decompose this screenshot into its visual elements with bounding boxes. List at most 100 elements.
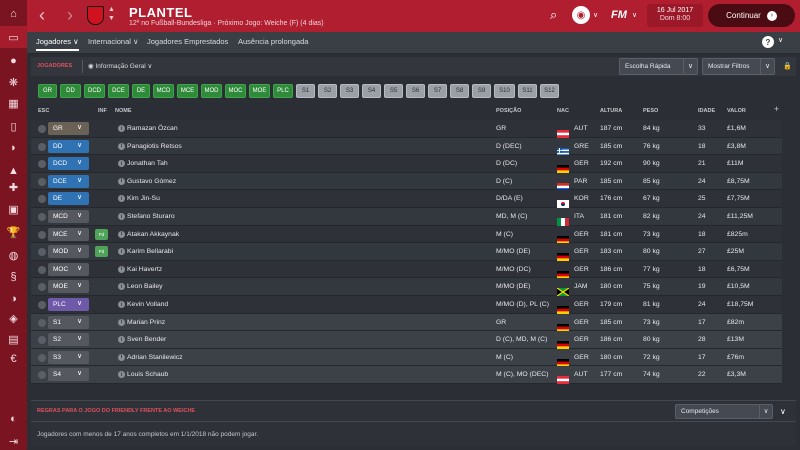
position-chip[interactable]: MOC [225, 84, 246, 98]
info-icon[interactable]: i [118, 230, 125, 238]
selection-position-dropdown[interactable]: MOE [48, 280, 89, 294]
position-chip[interactable]: MCE [177, 84, 198, 98]
select-radio[interactable] [38, 336, 46, 345]
select-radio[interactable] [38, 248, 46, 257]
table-row[interactable]: S3 ∨ i Adrian Stanilewicz M (C) GER 180 … [31, 348, 782, 367]
info-icon[interactable]: i [118, 353, 125, 361]
club-badge-icon[interactable] [87, 6, 104, 25]
tab-ausencia-prolongada[interactable]: Ausência prolongada [238, 37, 308, 46]
selection-position-dropdown[interactable]: PLC [48, 298, 89, 311]
table-row[interactable]: GR ∨ i Ramazan Özcan GR AUT 187 cm 84 kg… [31, 120, 782, 138]
selection-position-dropdown[interactable]: S1 [48, 315, 89, 329]
table-row[interactable]: MOD ∨ Pd i Karim Bellarabi M/MO (DE) GER… [31, 243, 782, 262]
search-icon[interactable]: ⌕ [550, 7, 557, 23]
selection-position-dropdown[interactable]: DCD [48, 157, 89, 171]
info-icon[interactable]: i [118, 336, 125, 344]
inbox-icon[interactable]: ▭ [0, 26, 27, 48]
player-name[interactable]: Atakan Akkaynak [127, 231, 179, 238]
selection-position-dropdown[interactable]: MOC [48, 262, 89, 276]
position-chip[interactable]: S9 [472, 84, 491, 98]
chevron-down-icon[interactable]: ∨ [780, 407, 786, 416]
data-hub-icon[interactable]: ◗ [0, 137, 27, 159]
col-idade[interactable]: IDADE [698, 108, 715, 114]
selection-position-dropdown[interactable]: DE [48, 192, 89, 206]
training-icon[interactable]: ✚ [0, 176, 27, 198]
player-name[interactable]: Marian Prinz [127, 319, 165, 326]
position-chip[interactable]: S4 [362, 84, 381, 98]
info-icon[interactable]: i [118, 160, 125, 168]
transfers-icon[interactable]: ▣ [0, 198, 27, 220]
tab-jogadores[interactable]: Jogadores ∨ [36, 37, 79, 51]
forward-arrow-icon[interactable]: › [67, 6, 73, 24]
lock-icon[interactable]: 🔒 [783, 62, 792, 70]
help-icon[interactable]: ◐ [0, 408, 27, 430]
position-chip[interactable]: PLC [273, 84, 293, 98]
position-chip[interactable]: DD [60, 84, 81, 98]
fm-logo[interactable]: FM [611, 9, 627, 21]
shield-icon[interactable]: ◈ [0, 307, 27, 329]
tab-internacional[interactable]: Internacional ∨ [88, 37, 139, 46]
info-icon[interactable]: i [118, 265, 125, 273]
table-row[interactable]: MCD ∨ i Stefano Sturaro MD, M (C) ITA 18… [31, 208, 782, 226]
euro-icon[interactable]: € [0, 348, 27, 370]
table-row[interactable]: MOC ∨ i Kai Havertz M/MO (DC) GER 186 cm… [31, 260, 782, 279]
info-icon[interactable]: i [118, 371, 125, 379]
position-chip[interactable]: S1 [296, 84, 315, 98]
exit-icon[interactable]: ⇥ [0, 430, 27, 450]
chevron-down-icon[interactable]: ∨ [593, 11, 598, 19]
continue-button[interactable]: Continuar › [708, 4, 795, 27]
position-chip[interactable]: S2 [318, 84, 337, 98]
select-radio[interactable] [38, 371, 46, 380]
help-icon[interactable]: ? [762, 36, 774, 48]
competitions-icon[interactable]: ◍ [0, 244, 27, 266]
selection-position-dropdown[interactable]: GR [48, 122, 89, 135]
info-icon[interactable]: i [118, 301, 125, 308]
col-altura[interactable]: ALTURA [600, 108, 622, 114]
player-name[interactable]: Kai Havertz [127, 266, 162, 273]
col-inf[interactable]: INF [98, 108, 107, 114]
player-name[interactable]: Ramazan Özcan [127, 125, 178, 132]
chevron-down-icon[interactable]: ∨ [778, 36, 783, 44]
club-vision-icon[interactable]: § [0, 266, 27, 288]
position-chip[interactable]: DCD [84, 84, 105, 98]
selection-position-dropdown[interactable]: MCD [48, 210, 89, 223]
select-radio[interactable] [38, 160, 46, 169]
select-radio[interactable] [38, 195, 46, 204]
date-display[interactable]: 16 Jul 2017 Dom 8:00 [647, 4, 703, 27]
selection-position-dropdown[interactable]: DCE [48, 174, 89, 188]
position-chip[interactable]: S12 [540, 84, 559, 98]
chevron-down-icon[interactable]: ∨ [632, 11, 637, 19]
position-chip[interactable]: S5 [384, 84, 403, 98]
col-posicao[interactable]: POSIÇÃO [496, 108, 521, 114]
quick-pick-dropdown[interactable]: Escolha Rápida ∨ [619, 58, 698, 75]
scouting-icon[interactable]: 🏆 [0, 221, 27, 243]
select-radio[interactable] [38, 283, 46, 292]
select-radio[interactable] [38, 265, 46, 274]
position-chip[interactable]: MOE [249, 84, 270, 98]
position-chip[interactable]: MCD [153, 84, 174, 98]
table-row[interactable]: S1 ∨ i Marian Prinz GR GER 185 cm 73 kg … [31, 313, 782, 332]
tactics-icon[interactable]: ❋ [0, 71, 27, 93]
selection-position-dropdown[interactable]: DD [48, 139, 89, 153]
player-name[interactable]: Karim Bellarabi [127, 248, 173, 255]
col-nome[interactable]: NOME [115, 108, 132, 114]
selection-position-dropdown[interactable]: MCE [48, 227, 89, 241]
player-name[interactable]: Stefano Sturaro [127, 213, 175, 220]
select-radio[interactable] [38, 125, 46, 133]
position-chip[interactable]: S7 [428, 84, 447, 98]
select-radio[interactable] [38, 301, 46, 309]
table-row[interactable]: DCE ∨ i Gustavo Gómez D (C) PAR 185 cm 8… [31, 172, 782, 191]
player-name[interactable]: Louis Schaub [127, 371, 168, 378]
select-radio[interactable] [38, 230, 46, 239]
table-row[interactable]: MOE ∨ i Leon Bailey M/MO (DE) JAM 180 cm… [31, 278, 782, 297]
player-name[interactable]: Kevin Volland [127, 301, 168, 308]
table-row[interactable]: S2 ∨ i Sven Bender D (C), MD, M (C) GER … [31, 331, 782, 350]
back-arrow-icon[interactable]: ‹ [39, 6, 45, 24]
selection-position-dropdown[interactable]: S4 [48, 368, 89, 382]
select-radio[interactable] [38, 142, 46, 151]
info-icon[interactable]: i [118, 125, 125, 132]
squad-icon[interactable]: ● [0, 50, 27, 72]
info-icon[interactable]: i [118, 177, 125, 185]
position-chip[interactable]: S8 [450, 84, 469, 98]
player-name[interactable]: Jonathan Tah [127, 160, 168, 167]
